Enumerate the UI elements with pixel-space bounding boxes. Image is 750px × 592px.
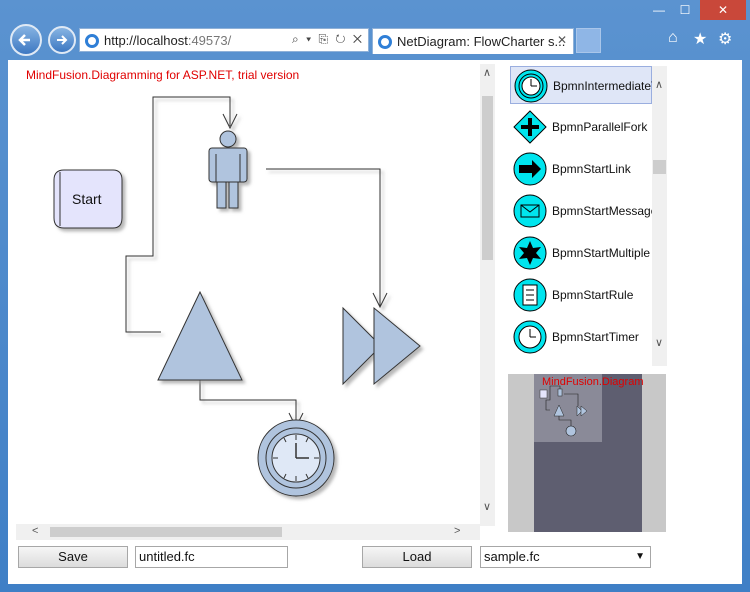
address-port: :49573/: [187, 33, 232, 48]
diagram-canvas[interactable]: MindFusion.Diagramming for ASP.NET, tria…: [16, 64, 494, 522]
overview-trial-notice: MindFusion.Diagram: [542, 376, 644, 388]
scroll-up-icon[interactable]: ∧: [483, 66, 491, 79]
palette-item[interactable]: BpmnStartTimer: [510, 318, 652, 356]
new-tab-button[interactable]: [576, 28, 601, 53]
tab-close-icon[interactable]: ✕: [557, 33, 567, 47]
palette-item-label: BpmnStartMultiple: [552, 246, 651, 260]
arrow-icon: [513, 152, 547, 186]
tab-title: NetDiagram: FlowCharter s...: [397, 34, 566, 49]
shape-palette: BpmnIntermediateT BpmnParallelFork BpmnS…: [508, 66, 666, 366]
address-bar[interactable]: http://localhost:49573/ ⌕ ▾ ⎘ ↻ ✕: [79, 28, 369, 52]
palette-item[interactable]: BpmnStartRule: [510, 276, 652, 314]
plus-icon: [513, 110, 547, 144]
tab-ie-icon: [378, 35, 392, 49]
palette-item[interactable]: BpmnStartLink: [510, 150, 652, 188]
palette-item-label: BpmnParallelFork: [552, 120, 648, 134]
palette-scrollbar[interactable]: ∧ ∨: [652, 66, 667, 366]
scroll-down-icon[interactable]: ∨: [483, 500, 491, 513]
address-text: http://localhost:49573/: [104, 33, 231, 48]
home-icon[interactable]: ⌂: [668, 29, 678, 47]
filename-input[interactable]: untitled.fc: [135, 546, 288, 568]
timer-node[interactable]: [257, 419, 335, 497]
scroll-right-icon[interactable]: >: [454, 525, 460, 537]
address-host: http://localhost: [104, 33, 188, 48]
browser-tab[interactable]: NetDiagram: FlowCharter s... ✕: [372, 28, 574, 54]
palette-scroll-thumb[interactable]: [653, 160, 666, 174]
palette-scroll-down-icon[interactable]: ∨: [655, 336, 663, 349]
maximize-button[interactable]: ☐: [672, 0, 698, 20]
triangle-node[interactable]: [157, 290, 243, 381]
link-triangle-to-timer[interactable]: [199, 380, 304, 429]
link-triangle-to-actor[interactable]: [125, 96, 238, 333]
file-select-value: sample.fc: [484, 549, 540, 564]
settings-icon[interactable]: ⚙: [718, 29, 732, 49]
horizontal-scroll-thumb[interactable]: [50, 527, 282, 537]
fast-forward-node[interactable]: [342, 306, 421, 386]
scroll-left-icon[interactable]: <: [32, 525, 38, 537]
overview-thumbnail: [539, 385, 588, 437]
palette-item-label: BpmnStartMessage: [552, 204, 658, 218]
page-content: MindFusion.Diagramming for ASP.NET, tria…: [8, 60, 742, 584]
envelope-icon: [513, 194, 547, 228]
diagram-drawing: [53, 96, 421, 497]
palette-item-label: BpmnStartLink: [552, 162, 631, 176]
file-select[interactable]: sample.fc ▼: [480, 546, 651, 568]
palette-scroll-up-icon[interactable]: ∧: [655, 78, 663, 91]
palette-item-label: BpmnStartTimer: [552, 330, 639, 344]
clock-icon: [513, 320, 547, 354]
start-node-label: Start: [72, 191, 102, 207]
back-arrow-icon: [18, 34, 30, 46]
vertical-scroll-thumb[interactable]: [482, 96, 493, 260]
diagram-vertical-scrollbar[interactable]: ∧ ∨: [480, 64, 495, 526]
diagram-horizontal-scrollbar[interactable]: < >: [16, 524, 480, 540]
overview-panel[interactable]: MindFusion.Diagram: [508, 374, 666, 532]
palette-item-label: BpmnIntermediateT: [553, 79, 659, 93]
palette-item[interactable]: BpmnStartMultiple: [510, 234, 652, 272]
load-button[interactable]: Load: [362, 546, 472, 568]
title-bar: — ☐ ✕ http://localhost:49573/ ⌕ ▾ ⎘ ↻ ✕ …: [0, 0, 750, 60]
palette-item[interactable]: BpmnStartMessage: [510, 192, 657, 230]
chevron-down-icon: ▼: [635, 551, 645, 562]
palette-item[interactable]: BpmnParallelFork: [510, 108, 652, 146]
actor-node[interactable]: [208, 130, 248, 209]
star-icon: [513, 236, 547, 270]
address-tools[interactable]: ⌕ ▾ ⎘ ↻ ✕: [292, 32, 364, 47]
forward-button[interactable]: [48, 26, 76, 54]
palette-item[interactable]: BpmnIntermediateT: [510, 66, 658, 104]
link-actor-to-forward[interactable]: [266, 168, 388, 309]
save-button[interactable]: Save: [18, 546, 128, 568]
close-window-button[interactable]: ✕: [700, 0, 746, 20]
forward-arrow-icon: [57, 35, 68, 45]
favorites-icon[interactable]: ★: [693, 29, 707, 49]
palette-item-label: BpmnStartRule: [552, 288, 634, 302]
browser-window: — ☐ ✕ http://localhost:49573/ ⌕ ▾ ⎘ ↻ ✕ …: [0, 0, 750, 592]
document-icon: [513, 278, 547, 312]
ie-icon: [85, 34, 99, 48]
clock-icon: [514, 69, 548, 103]
minimize-button[interactable]: —: [646, 0, 672, 20]
back-button[interactable]: [10, 24, 42, 56]
